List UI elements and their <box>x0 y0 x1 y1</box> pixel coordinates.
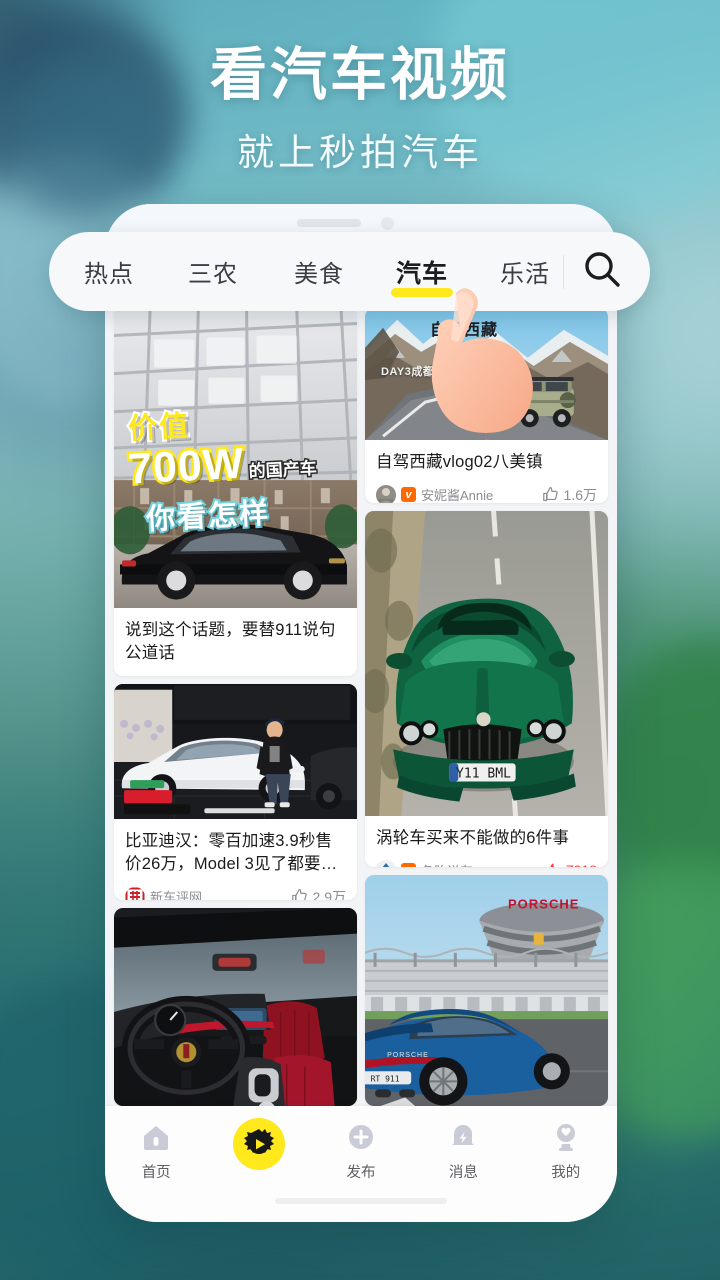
user-icon <box>551 1120 581 1154</box>
overlay-line-3: 的国产车 <box>247 457 319 483</box>
like-count-value: 7918 <box>566 862 597 866</box>
category-tab-bar[interactable]: 热点 三农 美食 汽车 乐活 <box>49 232 650 311</box>
feed-card[interactable]: 价值 700W 的国产车 你看怎样 说到这个话题，要替911说句公道话 <box>114 308 357 676</box>
thumbnail-porsche-track[interactable]: PORSCHE RT 911 PORSCHE <box>365 874 608 1106</box>
thumb-up-icon <box>550 863 554 867</box>
phone-camera <box>381 217 394 230</box>
overlay-line-2: 700W <box>124 437 248 496</box>
avatar[interactable] <box>376 860 396 867</box>
nav-item-home[interactable]: 首页 <box>114 1120 198 1182</box>
tab-food[interactable]: 美食 <box>292 250 346 293</box>
avatar[interactable] <box>125 886 145 900</box>
phone-speaker <box>297 219 361 227</box>
nav-label-messages: 消息 <box>448 1165 478 1181</box>
card-meta: v 安妮酱Annie 1.6万 <box>376 484 597 503</box>
like-count[interactable]: 2.9万 <box>291 887 346 900</box>
card-author[interactable]: 备胎说车 <box>421 861 473 867</box>
thumbnail-bentley[interactable]: Y11 BML <box>365 510 608 816</box>
feed-card[interactable]: Y11 BML 涡轮车买来不能做的6件事 <box>365 510 608 867</box>
card-body: 涡轮车买来不能做的6件事 v 备胎说车 <box>365 816 608 867</box>
tab-hot[interactable]: 热点 <box>82 250 136 293</box>
card-body: 说到这个话题，要替911说句公道话 v 大家车言 <box>114 608 357 676</box>
search-icon <box>582 249 622 294</box>
bell-icon <box>448 1120 478 1154</box>
like-count[interactable]: 7918 <box>544 862 597 867</box>
plus-circle-icon <box>346 1120 376 1154</box>
card-author[interactable]: 新车评网 <box>150 887 202 900</box>
card-meta: 新车评网 2.9万 <box>125 886 346 900</box>
nav-item-record[interactable] <box>217 1118 301 1177</box>
like-count-value: 2.9万 <box>312 888 346 900</box>
bottom-navigation[interactable]: 首页 发布 消息 我的 <box>105 1106 617 1222</box>
search-button[interactable] <box>563 249 622 294</box>
like-count[interactable]: 1.6万 <box>542 485 597 503</box>
card-title: 比亚迪汉：零百加速3.9秒售价26万，Model 3见了都要… <box>125 831 338 873</box>
svg-text:PORSCHE: PORSCHE <box>387 1052 429 1059</box>
thumbnail-porsche-interior[interactable] <box>114 907 357 1106</box>
nav-label-profile: 我的 <box>551 1165 581 1181</box>
overlay-line-4: 你看怎样 <box>143 496 273 538</box>
search-divider <box>563 254 564 289</box>
nav-item-messages[interactable]: 消息 <box>421 1120 505 1182</box>
thumbnail-overlay-text: 价值 700W 的国产车 你看怎样 <box>124 400 343 538</box>
card-title: 自驾西藏vlog02八美镇 <box>376 453 543 471</box>
svg-text:Y11 BML: Y11 BML <box>456 766 511 781</box>
home-indicator <box>275 1198 447 1204</box>
feed-card[interactable]: 比亚迪汉：零百加速3.9秒售价26万，Model 3见了都要… 新车评网 2.9… <box>114 683 357 900</box>
card-body: 比亚迪汉：零百加速3.9秒售价26万，Model 3见了都要… 新车评网 2.9… <box>114 819 357 900</box>
svg-text:PORSCHE: PORSCHE <box>508 896 580 911</box>
background-foliage-3 <box>10 60 160 210</box>
card-title: 涡轮车买来不能做的6件事 <box>376 828 570 847</box>
tab-agriculture[interactable]: 三农 <box>186 250 240 293</box>
card-author[interactable]: 安妮酱Annie <box>421 485 493 502</box>
nav-item-profile[interactable]: 我的 <box>524 1120 608 1182</box>
thumbnail-hongqi[interactable]: 价值 700W 的国产车 你看怎样 <box>114 308 357 608</box>
home-icon <box>141 1120 171 1154</box>
thumbnail-byd[interactable] <box>114 683 357 819</box>
verified-badge: v <box>401 862 416 867</box>
like-count-value: 1.6万 <box>563 486 597 503</box>
feed-card[interactable] <box>114 907 357 1106</box>
avatar[interactable] <box>376 484 396 503</box>
verified-badge: v <box>401 487 416 503</box>
card-body: 自驾西藏vlog02八美镇 v 安妮酱Annie 1.6万 <box>365 440 608 503</box>
svg-text:RT 911: RT 911 <box>371 1074 400 1083</box>
record-play-icon[interactable] <box>232 1118 285 1170</box>
nav-label-home: 首页 <box>141 1165 171 1181</box>
feed-card[interactable]: PORSCHE RT 911 PORSCHE <box>365 874 608 1106</box>
nav-label-publish: 发布 <box>346 1165 376 1181</box>
feed-column-left: 价值 700W 的国产车 你看怎样 说到这个话题，要替911说句公道话 比亚迪汉… <box>114 308 357 1106</box>
thumb-up-icon <box>291 889 307 900</box>
pointing-hand-cursor <box>426 283 552 438</box>
card-title: 说到这个话题，要替911说句公道话 <box>125 621 336 662</box>
card-meta: v 备胎说车 7918 <box>376 860 597 867</box>
thumb-up-icon <box>542 487 558 502</box>
nav-item-publish[interactable]: 发布 <box>319 1120 403 1182</box>
